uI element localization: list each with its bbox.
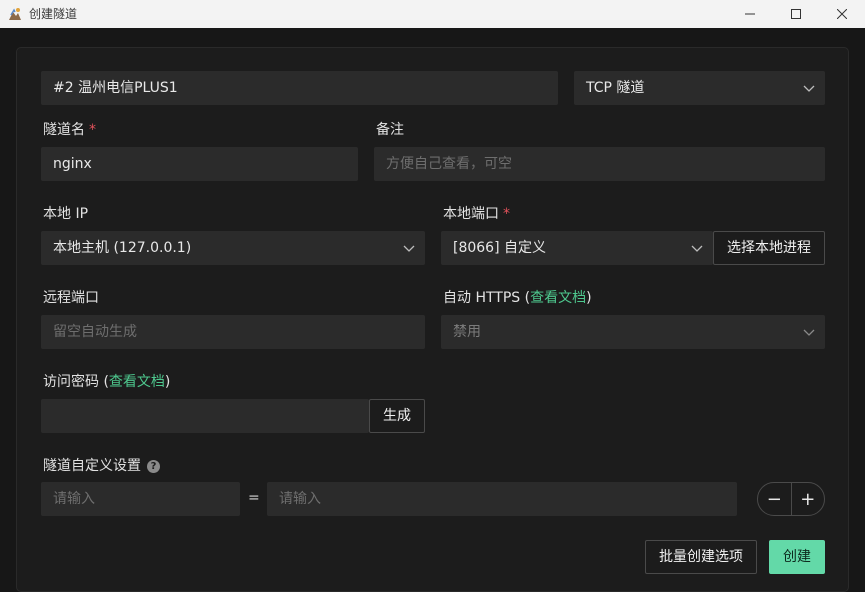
local-port-select[interactable]: [8066] 自定义 xyxy=(441,231,713,265)
note-label: 备注 xyxy=(376,122,404,138)
tunnel-name-input[interactable]: nginx xyxy=(41,147,358,181)
local-ip-value: 本地主机 (127.0.0.1) xyxy=(53,240,192,256)
app-icon xyxy=(9,8,21,20)
note-input[interactable]: 方便自己查看，可空 xyxy=(374,147,825,181)
custom-settings-label: 隧道自定义设置? xyxy=(43,457,160,475)
auto-https-value: 禁用 xyxy=(453,324,481,340)
auto-https-label: 自动 HTTPS (查看文档) xyxy=(443,290,592,306)
minimize-button[interactable] xyxy=(727,0,773,28)
window-title: 创建隧道 xyxy=(29,7,78,21)
local-port-value: [8066] 自定义 xyxy=(453,240,547,256)
required-mark: * xyxy=(89,122,96,138)
tunnel-name-label: 隧道名 * xyxy=(43,122,96,138)
required-mark: * xyxy=(503,206,510,222)
remote-port-placeholder: 留空自动生成 xyxy=(53,324,137,340)
note-placeholder: 方便自己查看，可空 xyxy=(386,156,512,172)
minus-icon: − xyxy=(766,488,782,510)
equals-sign: = xyxy=(248,490,260,506)
tunnel-type-value: TCP 隧道 xyxy=(586,80,645,96)
title-bar: 创建隧道 xyxy=(0,0,865,28)
close-button[interactable] xyxy=(819,0,865,28)
custom-key-placeholder: 请输入 xyxy=(53,491,95,507)
tunnel-type-select[interactable]: TCP 隧道 xyxy=(574,71,825,105)
tunnel-name-value: nginx xyxy=(53,156,92,172)
maximize-icon xyxy=(791,9,801,19)
local-ip-select[interactable]: 本地主机 (127.0.0.1) xyxy=(41,231,425,265)
access-password-input[interactable] xyxy=(41,399,369,433)
chevron-down-icon xyxy=(403,245,415,252)
close-icon xyxy=(837,9,847,19)
chevron-down-icon xyxy=(803,329,815,336)
access-password-label: 访问密码 (查看文档) xyxy=(43,374,171,390)
custom-value-placeholder: 请输入 xyxy=(279,491,321,507)
node-select-value: #2 温州电信PLUS1 xyxy=(53,80,178,96)
custom-value-input[interactable]: 请输入 xyxy=(267,482,737,516)
node-select[interactable]: #2 温州电信PLUS1 xyxy=(41,71,558,105)
remote-port-input[interactable]: 留空自动生成 xyxy=(41,315,425,349)
add-setting-button[interactable]: + xyxy=(792,483,825,515)
select-local-process-button[interactable]: 选择本地进程 xyxy=(713,231,825,265)
help-icon[interactable]: ? xyxy=(147,460,160,473)
custom-settings-stepper: − + xyxy=(757,482,825,516)
plus-icon: + xyxy=(800,488,816,510)
auto-https-select[interactable]: 禁用 xyxy=(441,315,825,349)
auto-https-docs-link[interactable]: 查看文档 xyxy=(530,290,586,306)
custom-key-input[interactable]: 请输入 xyxy=(41,482,240,516)
chevron-down-icon xyxy=(803,85,815,92)
remote-port-label: 远程端口 xyxy=(43,290,99,306)
chevron-down-icon xyxy=(691,245,703,252)
generate-password-button[interactable]: 生成 xyxy=(369,399,425,433)
create-button[interactable]: 创建 xyxy=(769,540,825,574)
maximize-button[interactable] xyxy=(773,0,819,28)
local-ip-label: 本地 IP xyxy=(43,206,89,222)
batch-create-options-button[interactable]: 批量创建选项 xyxy=(645,540,757,574)
minimize-icon xyxy=(745,13,755,15)
access-password-docs-link[interactable]: 查看文档 xyxy=(109,374,165,390)
remove-setting-button[interactable]: − xyxy=(758,483,791,515)
local-port-label: 本地端口 * xyxy=(443,206,510,222)
